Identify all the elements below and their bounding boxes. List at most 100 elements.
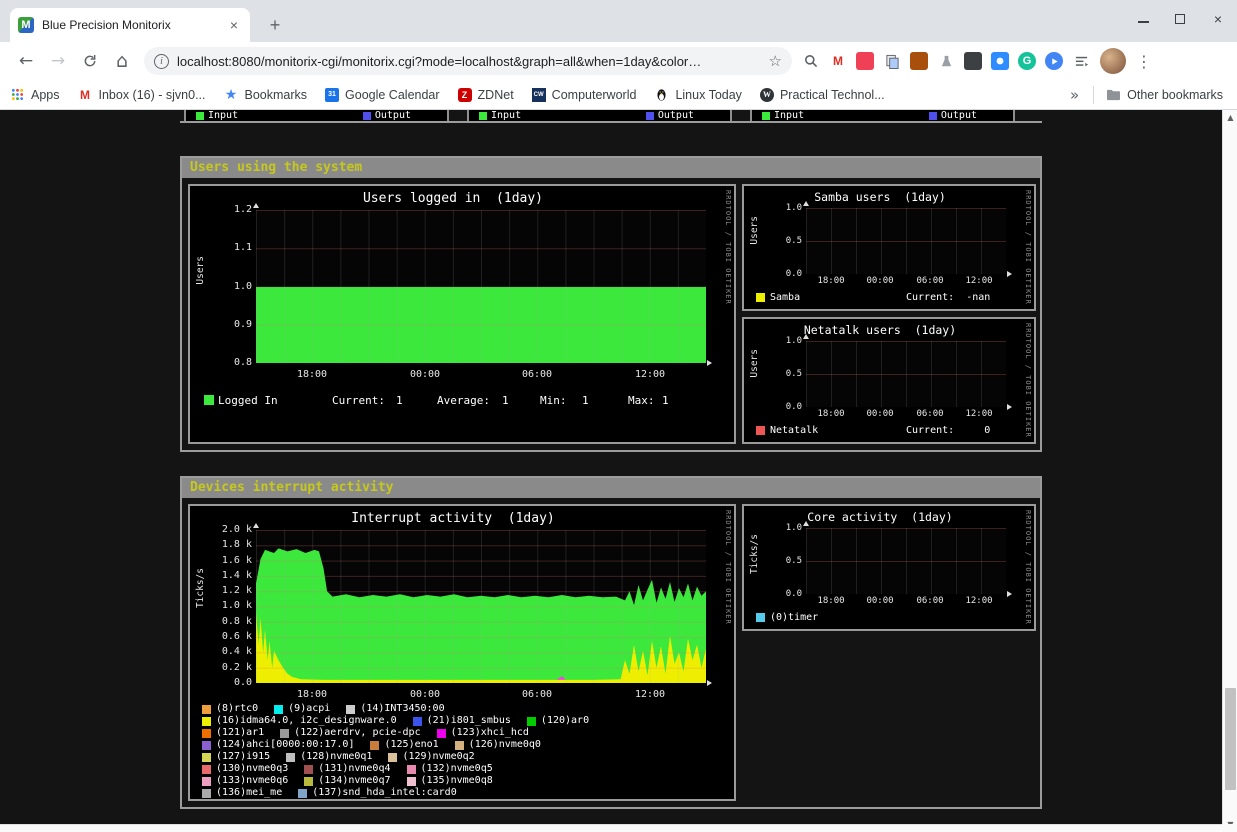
legend-swatch (756, 293, 765, 302)
bookmark-linux-today[interactable]: Linux Today (654, 87, 742, 102)
bookmark-practical-technology[interactable]: W Practical Technol... (760, 88, 885, 102)
tick-label: 18:00 (813, 276, 849, 286)
legend-label: Samba (770, 292, 800, 303)
plot-area (256, 530, 706, 683)
bookmark-zdnet[interactable]: Z ZDNet (458, 88, 514, 102)
bookmark-bookmarks[interactable]: ★ Bookmarks (224, 87, 308, 102)
tab-close-icon[interactable]: × (226, 17, 242, 33)
legend-label: (123)xhci_hcd (451, 727, 529, 739)
zoom-extension-icon[interactable] (991, 52, 1009, 70)
other-bookmarks[interactable]: Other bookmarks (1106, 87, 1223, 102)
new-tab-button[interactable]: + (262, 12, 288, 38)
graph-title: Core activity (1day) (744, 510, 1016, 524)
legend-swatch (527, 717, 536, 726)
stat-value: 1 (662, 394, 669, 407)
legend-label: Netatalk (770, 425, 818, 436)
scroll-up-button[interactable]: ▲ (1223, 110, 1237, 125)
tick-label: 1.0 k (222, 600, 252, 611)
tick-label: 18:00 (292, 369, 332, 380)
page-info-icon[interactable]: i (154, 54, 169, 69)
url-text[interactable]: localhost:8080/monitorix-cgi/monitorix.c… (177, 54, 761, 69)
network-graph-0[interactable]: Input Output (184, 110, 449, 123)
graph-netatalk-users[interactable]: Netatalk users (1day) Users 1.0 0.5 0.0 … (742, 317, 1036, 444)
grammarly-extension-icon[interactable]: G (1018, 52, 1036, 70)
graph-title: Interrupt activity (1day) (190, 511, 716, 526)
legend-swatch (280, 729, 289, 738)
section-users-header: Users using the system (182, 158, 1040, 178)
legend-label: (136)mei_me (216, 787, 282, 799)
legend-label: (16)idma64.0, i2c_designware.0 (216, 715, 397, 727)
bag-extension-icon[interactable] (964, 52, 982, 70)
tick-label: 00:00 (405, 689, 445, 700)
tick-label: 0.9 (234, 319, 252, 330)
legend-swatch (370, 741, 379, 750)
tick-label: 00:00 (862, 596, 898, 606)
legend-swatch (388, 753, 397, 762)
browser-tab[interactable]: M Blue Precision Monitorix × (10, 8, 250, 42)
graph-title: Users logged in (1day) (190, 191, 716, 206)
x-ticks: 18:00 00:00 06:00 12:00 (806, 276, 1006, 286)
address-bar[interactable]: i localhost:8080/monitorix-cgi/monitorix… (144, 47, 792, 75)
profile-avatar[interactable] (1100, 48, 1126, 74)
tick-label: 00:00 (862, 276, 898, 286)
back-button[interactable]: ← (12, 47, 40, 75)
pocket-extension-icon[interactable] (856, 52, 874, 70)
vertical-scrollbar[interactable]: ▲ ▼ (1222, 110, 1237, 832)
tick-label: 1.2 (234, 204, 252, 215)
legend-swatch (756, 426, 765, 435)
bookmark-star-icon[interactable]: ☆ (769, 52, 782, 70)
pages-extension-icon[interactable] (883, 52, 901, 70)
legend-swatch (437, 729, 446, 738)
interrupt-legend-item: (126)nvme0q0 (455, 739, 541, 751)
reload-button[interactable] (76, 47, 104, 75)
home-button[interactable]: ⌂ (108, 47, 136, 75)
playlist-extension-icon[interactable] (1072, 52, 1090, 70)
search-extension-icon[interactable] (802, 52, 820, 70)
horizontal-scrollbar[interactable] (0, 824, 1222, 832)
flask-extension-icon[interactable] (937, 52, 955, 70)
close-button[interactable]: × (1211, 12, 1225, 26)
graph-samba-users[interactable]: Samba users (1day) Users 1.0 0.5 0.0 18:… (742, 184, 1036, 311)
legend-label: (132)nvme0q5 (421, 763, 493, 775)
raindrop-extension-icon[interactable] (910, 52, 928, 70)
stat-value: 1 (582, 394, 589, 407)
bookmarks-overflow-chevron[interactable]: » (1070, 86, 1079, 104)
y-axis-arrow (253, 523, 259, 528)
graph-interrupt-activity[interactable]: Interrupt activity (1day) Ticks/s 2.0 k … (188, 504, 736, 801)
output-swatch (929, 112, 937, 120)
bookmark-computerworld[interactable]: CW Computerworld (532, 88, 637, 102)
interrupt-legend-item: (16)idma64.0, i2c_designware.0 (202, 715, 397, 727)
interrupt-legend-item: (120)ar0 (527, 715, 589, 727)
legend-swatch (756, 613, 765, 622)
calendar-icon: 31 (325, 88, 339, 102)
y-axis-arrow (253, 203, 259, 208)
network-graph-1[interactable]: Input Output (467, 110, 732, 123)
graph-core-activity[interactable]: Core activity (1day) Ticks/s 1.0 0.5 0.0… (742, 504, 1036, 631)
section-interrupts-header: Devices interrupt activity (182, 478, 1040, 498)
x-axis-arrow (1007, 404, 1012, 410)
plot-area (806, 208, 1006, 274)
maximize-button[interactable] (1175, 14, 1185, 24)
x-axis-arrow (1007, 271, 1012, 277)
legend-label: (133)nvme0q6 (216, 775, 288, 787)
legend-label: (9)acpi (288, 703, 330, 715)
minimize-button[interactable] (1138, 15, 1149, 23)
cast-extension-icon[interactable] (1045, 52, 1063, 70)
legend-label: (130)nvme0q3 (216, 763, 288, 775)
stat-label: Current: (332, 394, 385, 407)
rrdtool-credit: RRDTOOL / TOBI OETIKER (1024, 323, 1032, 438)
input-swatch (479, 112, 487, 120)
tick-label: 12:00 (961, 409, 997, 419)
scrollbar-thumb[interactable] (1225, 688, 1236, 790)
tick-label: 0.8 (234, 357, 252, 368)
network-graph-2[interactable]: Input Output (750, 110, 1015, 123)
browser-menu-icon[interactable]: ⋮ (1134, 52, 1154, 71)
graph-users-logged-in[interactable]: Users logged in (1day) Users 1.2 1.1 1.0… (188, 184, 736, 444)
bookmark-inbox[interactable]: M Inbox (16) - sjvn0... (78, 87, 206, 102)
legend-swatch (407, 765, 416, 774)
forward-button[interactable]: → (44, 47, 72, 75)
bookmark-apps[interactable]: Apps (10, 87, 60, 102)
bookmark-google-calendar[interactable]: 31 Google Calendar (325, 88, 440, 102)
bookmark-label: Practical Technol... (780, 88, 885, 102)
gmail-extension-icon[interactable]: M (829, 52, 847, 70)
